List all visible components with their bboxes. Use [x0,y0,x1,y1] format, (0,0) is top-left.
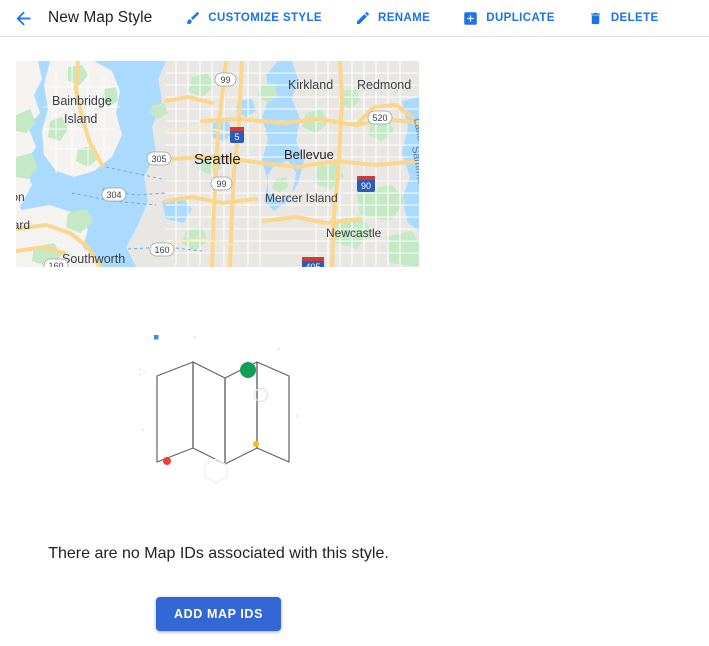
svg-text:Seattle: Seattle [194,151,241,168]
hexagon-decor [203,458,228,484]
svg-text:Newcastle: Newcastle [326,226,382,240]
customize-style-button[interactable]: CUSTOMIZE STYLE [182,6,324,31]
rename-label: RENAME [378,12,431,24]
svg-text:rton: rton [16,190,25,204]
page-title: New Map Style [48,9,153,26]
app-header: New Map Style CUSTOMIZE STYLE RENAME DUP… [0,0,709,37]
empty-state-message: There are no Map IDs associated with thi… [48,545,389,562]
rename-button[interactable]: RENAME [352,6,432,31]
empty-state: There are no Map IDs associated with thi… [0,320,437,631]
svg-text:Southworth: Southworth [62,252,125,266]
duplicate-plus-icon [462,10,479,27]
duplicate-button[interactable]: DUPLICATE [460,6,557,31]
svg-text:Island: Island [64,112,97,126]
pencil-icon [354,10,371,27]
svg-text:5: 5 [234,132,239,142]
svg-text:99: 99 [220,75,230,85]
svg-text:Bellevue: Bellevue [284,147,334,162]
red-dot-decor [162,457,171,465]
map-preview-image: Bainbridge Island rton hard Southworth S… [16,61,419,267]
svg-text:160: 160 [48,261,63,267]
customize-style-label: CUSTOMIZE STYLE [208,12,323,24]
svg-text:305: 305 [151,154,166,164]
blue-square-decor [153,335,158,340]
svg-text:405: 405 [305,262,320,267]
yellow-dot-decor [252,441,259,447]
delete-button[interactable]: DELETE [585,6,661,31]
add-map-ids-button[interactable]: ADD MAP IDS [155,597,282,631]
back-button[interactable] [10,5,36,31]
svg-text:99: 99 [216,179,226,189]
svg-text:160: 160 [154,245,169,255]
paintbrush-icon [184,10,201,27]
svg-text:90: 90 [361,181,371,191]
svg-text:Mercer Island: Mercer Island [265,191,338,205]
trash-icon [587,10,604,27]
svg-text:Bainbridge: Bainbridge [52,94,112,108]
header-actions: CUSTOMIZE STYLE RENAME DUPLICATE DELETE [182,6,709,31]
svg-text:Kirkland: Kirkland [288,78,333,92]
duplicate-label: DUPLICATE [486,12,555,24]
folded-map-illustration [129,320,309,495]
svg-text:hard: hard [16,218,30,232]
arrow-back-icon [16,11,30,25]
svg-text:520: 520 [372,113,387,123]
svg-text:304: 304 [106,190,121,200]
svg-text:Redmond: Redmond [357,78,411,92]
delete-label: DELETE [610,12,659,24]
green-circle-decor [239,362,256,378]
svg-text:R: R [418,78,419,92]
map-style-preview[interactable]: Bainbridge Island rton hard Southworth S… [16,61,419,267]
